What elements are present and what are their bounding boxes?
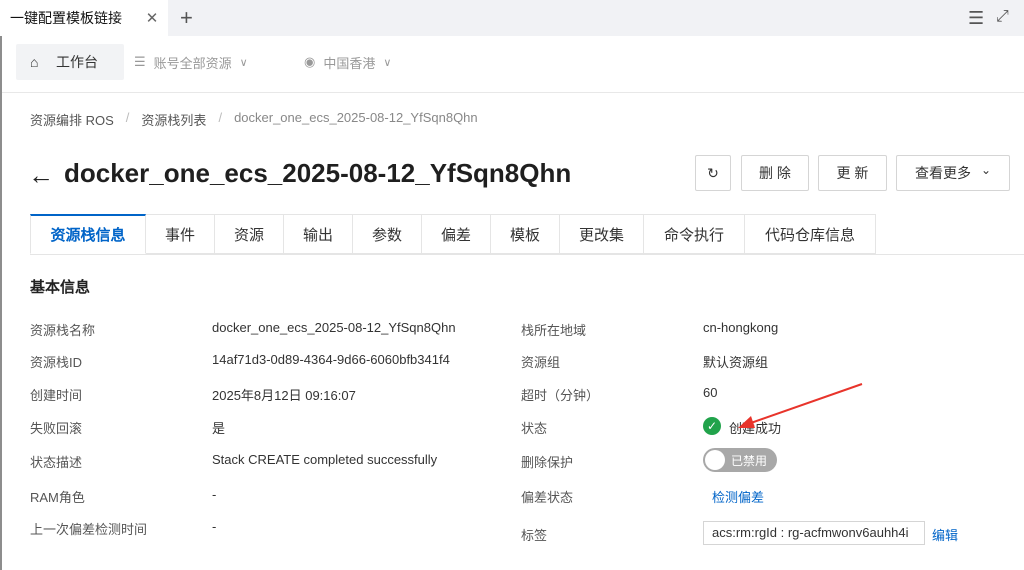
deletion-protection-toggle[interactable]: 已禁用 <box>703 448 777 472</box>
field-label: 栈所在地域 <box>521 323 587 338</box>
more-button-label: 查看更多 <box>914 165 971 181</box>
home-icon: ⌂ <box>30 54 39 70</box>
page-title: docker_one_ecs_2025-08-12_YfSqn8Qhn <box>64 158 572 188</box>
more-button[interactable]: 查看更多 ⌄ <box>896 155 1010 191</box>
field-value: docker_one_ecs_2025-08-12_YfSqn8Qhn <box>212 320 456 335</box>
section-title: 基本信息 <box>30 279 91 296</box>
breadcrumb-item-stack-list[interactable]: 资源栈列表 <box>141 110 206 129</box>
breadcrumb: 资源编排 ROS / 资源栈列表 / docker_one_ecs_2025-0… <box>30 110 478 129</box>
tab-drift[interactable]: 偏差 <box>422 214 491 254</box>
field-value: - <box>212 487 217 502</box>
breadcrumb-separator: / <box>218 110 223 125</box>
console-top-bar: ⌂ 工作台 ☰ 账号全部资源 ∨ ◉ 中国香港 ∨ <box>2 36 1024 93</box>
chevron-down-icon: ∨ <box>383 56 392 69</box>
chevron-down-icon: ⌄ <box>980 163 992 177</box>
breadcrumb-separator: / <box>125 110 130 125</box>
tab-events[interactable]: 事件 <box>146 214 215 254</box>
field-label: 状态描述 <box>30 455 83 470</box>
breadcrumb-item-current: docker_one_ecs_2025-08-12_YfSqn8Qhn <box>234 110 478 125</box>
region-value: cn-hongkong <box>703 320 779 335</box>
tab-template[interactable]: 模板 <box>491 214 560 254</box>
field-label: 资源栈ID <box>30 355 83 370</box>
close-icon[interactable]: ✕ <box>142 9 162 27</box>
tab-command-exec[interactable]: 命令执行 <box>644 214 745 254</box>
success-check-icon: ✓ <box>703 417 721 435</box>
toggle-label: 已禁用 <box>731 454 768 468</box>
resource-group-value: 默认资源组 <box>703 355 769 370</box>
field-value: 是 <box>212 421 226 436</box>
location-pin-icon: ◉ <box>304 54 316 69</box>
field-label: 超时（分钟） <box>521 388 600 403</box>
update-button-label: 更 新 <box>836 165 869 181</box>
field-value: 2025年8月12日 09:16:07 <box>212 388 356 403</box>
tab-code-repo[interactable]: 代码仓库信息 <box>745 214 876 254</box>
tab-resources[interactable]: 资源 <box>215 214 284 254</box>
server-icon: ☰ <box>134 54 146 69</box>
delete-button[interactable]: 删 除 <box>741 155 809 191</box>
field-label: 状态 <box>521 421 548 436</box>
workbench-label: 工作台 <box>56 54 98 70</box>
tab-outputs[interactable]: 输出 <box>284 214 353 254</box>
refresh-button[interactable]: ↻ <box>695 155 731 191</box>
tag-chip: acs:rm:rgId : rg-acfmwonv6auhh4i <box>703 521 925 545</box>
chevron-down-icon: ∨ <box>239 56 248 69</box>
field-label: 资源组 <box>521 355 561 370</box>
field-label: 删除保护 <box>521 455 574 470</box>
detect-drift-link[interactable]: 检测偏差 <box>712 487 764 506</box>
region-selector[interactable]: ◉ 中国香港 ∨ <box>304 44 391 80</box>
field-label: RAM角色 <box>30 490 85 505</box>
window-edge <box>0 36 2 570</box>
menu-icon[interactable]: ☰ <box>968 8 984 29</box>
breadcrumb-item-ros[interactable]: 资源编排 ROS <box>30 110 114 129</box>
update-button[interactable]: 更 新 <box>818 155 887 191</box>
region-label: 中国香港 <box>323 55 376 71</box>
field-value: 14af71d3-0d89-4364-9d66-6060bfb341f4 <box>212 352 450 367</box>
status-value: 创建成功 <box>729 421 782 436</box>
field-label: 偏差状态 <box>521 490 574 505</box>
browser-tab[interactable]: 一键配置模板链接 ✕ <box>0 0 168 36</box>
toggle-knob <box>705 450 725 470</box>
tab-bar: 资源栈信息 事件 资源 输出 参数 偏差 模板 更改集 命令执行 代码仓库信息 <box>30 214 1024 255</box>
edit-tags-link[interactable]: 编辑 <box>932 525 958 544</box>
new-tab-icon[interactable]: + <box>180 4 193 32</box>
field-label: 失败回滚 <box>30 421 83 436</box>
field-label: 上一次偏差检测时间 <box>30 522 148 537</box>
tab-parameters[interactable]: 参数 <box>353 214 422 254</box>
back-arrow-icon[interactable]: ← <box>28 160 54 190</box>
field-label: 创建时间 <box>30 388 83 403</box>
refresh-icon: ↻ <box>707 164 719 181</box>
tab-change-sets[interactable]: 更改集 <box>560 214 644 254</box>
browser-tab-bar: 一键配置模板链接 ✕ + ☰ ⤢ <box>0 0 1024 37</box>
account-scope-selector[interactable]: ☰ 账号全部资源 ∨ <box>134 44 248 80</box>
field-value: - <box>212 519 217 534</box>
workbench-button[interactable]: ⌂ 工作台 <box>16 44 124 80</box>
browser-tab-title: 一键配置模板链接 <box>10 10 122 26</box>
delete-button-label: 删 除 <box>759 165 791 181</box>
field-label: 资源栈名称 <box>30 323 96 338</box>
account-scope-label: 账号全部资源 <box>153 55 232 71</box>
timeout-value: 60 <box>703 385 718 400</box>
field-label: 标签 <box>521 528 548 543</box>
expand-icon[interactable]: ⤢ <box>996 8 1009 26</box>
field-value: Stack CREATE completed successfully <box>212 452 438 467</box>
tab-stack-info[interactable]: 资源栈信息 <box>30 214 146 254</box>
